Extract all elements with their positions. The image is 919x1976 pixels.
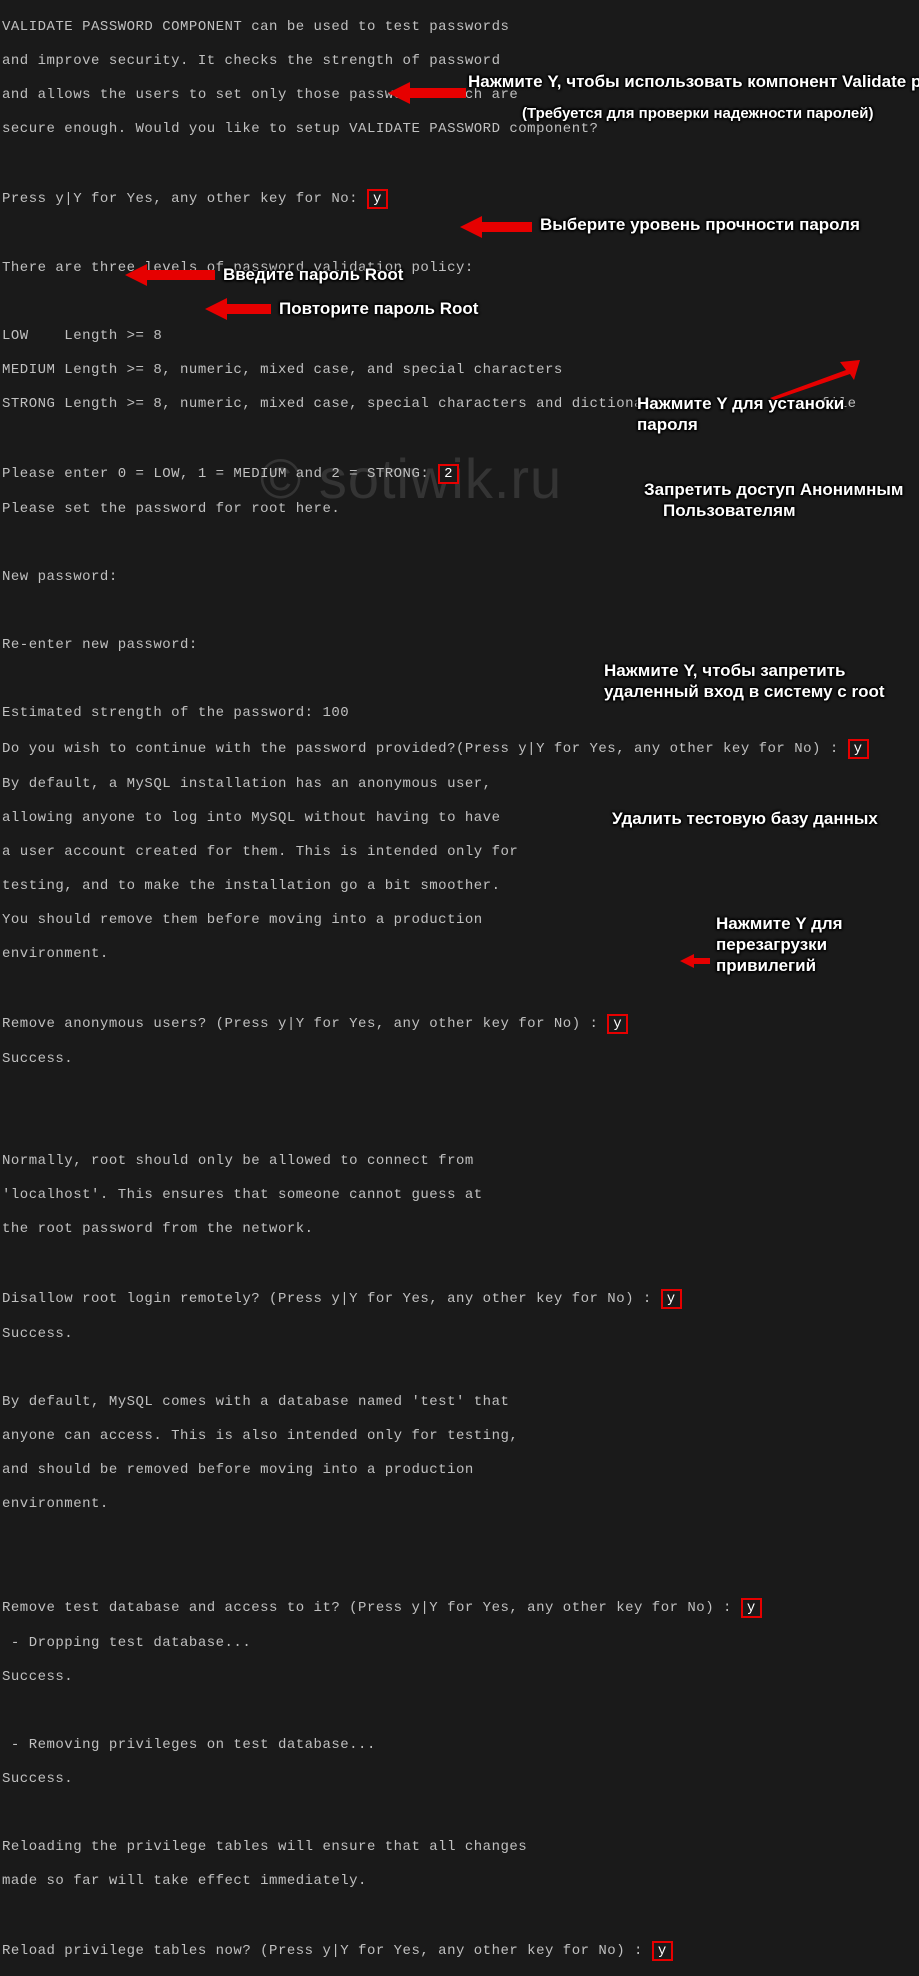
annotation-remove-anon: Запретить доступ Анонимным bbox=[644, 481, 903, 498]
terminal-line bbox=[2, 1255, 917, 1272]
terminal-line: Success. bbox=[2, 1669, 917, 1686]
terminal-line: 'localhost'. This ensures that someone c… bbox=[2, 1187, 917, 1204]
terminal-line bbox=[2, 155, 917, 172]
prompt-text: Reload privilege tables now? (Press y|Y … bbox=[2, 1943, 652, 1959]
annotation-reenter-password: Повторите пароль Root bbox=[279, 300, 478, 317]
arrow-left-icon bbox=[125, 264, 215, 286]
terminal-line bbox=[2, 1119, 917, 1136]
terminal-line bbox=[2, 430, 917, 447]
annotation-reload-priv: Нажмите Y для bbox=[716, 915, 843, 932]
arrow-left-icon bbox=[460, 216, 532, 238]
confirm-password-input[interactable]: y bbox=[848, 739, 869, 759]
annotation-remove-anon-2: Пользователям bbox=[663, 502, 796, 519]
terminal-line: and improve security. It checks the stre… bbox=[2, 53, 917, 70]
terminal-line: Reload privilege tables now? (Press y|Y … bbox=[2, 1941, 917, 1961]
prompt-text: Disallow root login remotely? (Press y|Y… bbox=[2, 1291, 661, 1307]
prompt-text: Remove anonymous users? (Press y|Y for Y… bbox=[2, 1016, 607, 1032]
terminal-line: and should be removed before moving into… bbox=[2, 1462, 917, 1479]
reload-priv-input[interactable]: y bbox=[652, 1941, 673, 1961]
annotation-disallow-remote: Нажмите Y, чтобы запретить bbox=[604, 662, 845, 679]
terminal-line: Success. bbox=[2, 1771, 917, 1788]
terminal-line bbox=[2, 1805, 917, 1822]
annotation-confirm-password-2: пароля bbox=[637, 416, 698, 433]
terminal-line bbox=[2, 603, 917, 620]
terminal-line: the root password from the network. bbox=[2, 1221, 917, 1238]
terminal-line: Press y|Y for Yes, any other key for No:… bbox=[2, 189, 917, 209]
remove-anon-input[interactable]: y bbox=[607, 1014, 628, 1034]
terminal-line: Remove anonymous users? (Press y|Y for Y… bbox=[2, 1014, 917, 1034]
arrow-left-icon bbox=[205, 298, 271, 320]
terminal-line: a user account created for them. This is… bbox=[2, 844, 917, 861]
annotation-validate-password-sub: (Требуется для проверки надежности парол… bbox=[522, 105, 874, 122]
terminal-line: Disallow root login remotely? (Press y|Y… bbox=[2, 1289, 917, 1309]
annotation-reload-priv-2: перезагрузки bbox=[716, 936, 827, 953]
terminal-line: Success. bbox=[2, 1051, 917, 1068]
terminal-line: Estimated strength of the password: 100 bbox=[2, 705, 917, 722]
annotation-reload-priv-3: привилегий bbox=[716, 957, 816, 974]
terminal-line bbox=[2, 1360, 917, 1377]
annotation-new-password: Введите пароль Root bbox=[223, 266, 403, 283]
terminal-line: anyone can access. This is also intended… bbox=[2, 1428, 917, 1445]
terminal-line bbox=[2, 980, 917, 997]
terminal-line: environment. bbox=[2, 1496, 917, 1513]
terminal-line: By default, a MySQL installation has an … bbox=[2, 776, 917, 793]
annotation-validate-password: Нажмите Y, чтобы использовать компонент … bbox=[468, 73, 919, 90]
prompt-text: Do you wish to continue with the passwor… bbox=[2, 741, 848, 757]
annotation-remove-testdb: Удалить тестовую базу данных bbox=[612, 810, 878, 827]
terminal-line: made so far will take effect immediately… bbox=[2, 1873, 917, 1890]
prompt-text: Remove test database and access to it? (… bbox=[2, 1600, 741, 1616]
terminal-line: By default, MySQL comes with a database … bbox=[2, 1394, 917, 1411]
terminal-line: Do you wish to continue with the passwor… bbox=[2, 739, 917, 759]
prompt-text: Press y|Y for Yes, any other key for No: bbox=[2, 191, 367, 207]
disallow-remote-input[interactable]: y bbox=[661, 1289, 682, 1309]
terminal-line: New password: bbox=[2, 569, 917, 586]
terminal-line: - Dropping test database... bbox=[2, 1635, 917, 1652]
validate-password-input[interactable]: y bbox=[367, 189, 388, 209]
terminal-line: Normally, root should only be allowed to… bbox=[2, 1153, 917, 1170]
arrow-upright-icon bbox=[770, 360, 860, 400]
terminal-line bbox=[2, 1564, 917, 1581]
terminal-line: LOW Length >= 8 bbox=[2, 328, 917, 345]
terminal-line bbox=[2, 535, 917, 552]
terminal-line bbox=[2, 1703, 917, 1720]
terminal-line bbox=[2, 1907, 917, 1924]
terminal-line: secure enough. Would you like to setup V… bbox=[2, 121, 917, 138]
terminal-line: Reloading the privilege tables will ensu… bbox=[2, 1839, 917, 1856]
terminal-line: Re-enter new password: bbox=[2, 637, 917, 654]
remove-testdb-input[interactable]: y bbox=[741, 1598, 762, 1618]
prompt-text: Please enter 0 = LOW, 1 = MEDIUM and 2 =… bbox=[2, 466, 438, 482]
arrow-left-icon bbox=[388, 82, 466, 104]
terminal-line: testing, and to make the installation go… bbox=[2, 878, 917, 895]
terminal-line bbox=[2, 1530, 917, 1547]
annotation-strength-level: Выберите уровень прочности пароля bbox=[540, 216, 860, 233]
terminal-line: Success. bbox=[2, 1326, 917, 1343]
terminal-line: - Removing privileges on test database..… bbox=[2, 1737, 917, 1754]
strength-level-input[interactable]: 2 bbox=[438, 464, 459, 484]
terminal-output: VALIDATE PASSWORD COMPONENT can be used … bbox=[0, 0, 919, 1976]
arrow-left-icon bbox=[680, 954, 710, 968]
terminal-line: VALIDATE PASSWORD COMPONENT can be used … bbox=[2, 19, 917, 36]
terminal-line bbox=[2, 1085, 917, 1102]
terminal-line: Remove test database and access to it? (… bbox=[2, 1598, 917, 1618]
annotation-disallow-remote-2: удаленный вход в систему с root bbox=[604, 683, 885, 700]
